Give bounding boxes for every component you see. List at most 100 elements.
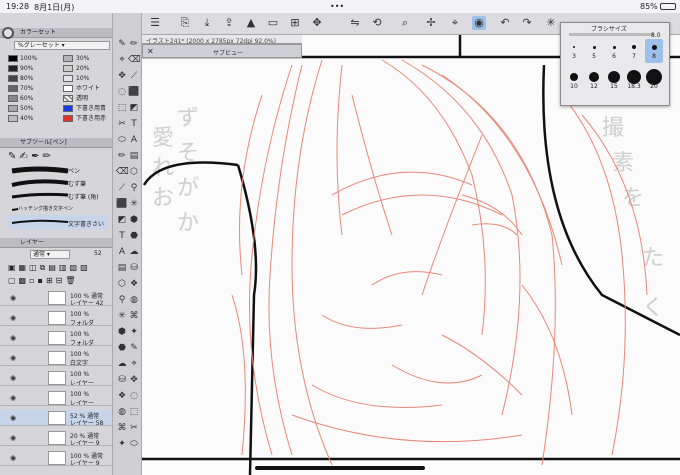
brush-size-dot[interactable] xyxy=(627,70,641,84)
redo-icon[interactable]: ↷ xyxy=(520,16,534,30)
eye-icon[interactable]: ◉ xyxy=(10,394,16,402)
color-swatch-row[interactable]: 60% 透明 xyxy=(8,94,108,103)
brush-size-dot[interactable] xyxy=(612,45,616,49)
tool-icon[interactable]: ✏ xyxy=(116,150,128,162)
eye-icon[interactable]: ◉ xyxy=(10,434,16,442)
color-swatch-row[interactable]: 70% ホワイト xyxy=(8,84,108,93)
flip-icon[interactable]: ⇋ xyxy=(348,16,362,30)
color-swatch[interactable] xyxy=(63,75,73,82)
brush-size-dot[interactable] xyxy=(570,73,578,81)
layer-row[interactable]: ◉ 20 % 通常 レイヤー 9 xyxy=(0,430,112,447)
zoom-icon[interactable]: ⌕ xyxy=(398,16,412,30)
tool-icon[interactable]: ⬣ xyxy=(116,342,128,354)
brush-size-icon[interactable]: ◉ xyxy=(472,16,486,30)
transform-icon[interactable]: ⊞ xyxy=(288,16,302,30)
tool-icon[interactable]: ⛁ xyxy=(116,374,128,386)
brush-size-dot[interactable] xyxy=(592,45,596,49)
tool-icon[interactable]: ⬚ xyxy=(128,406,140,418)
color-swatch[interactable] xyxy=(63,55,73,62)
layer-row[interactable]: ◉ 100 % フォルダ xyxy=(0,310,112,327)
tool-icon[interactable]: ⌘ xyxy=(128,310,140,322)
tool-icon[interactable]: ⬢ xyxy=(128,214,140,226)
tool-icon[interactable]: ⬢ xyxy=(116,326,128,338)
gray-swatch[interactable] xyxy=(8,65,18,72)
blend-mode-select[interactable]: 通常 ▾ xyxy=(30,250,70,259)
gray-swatch[interactable] xyxy=(8,75,18,82)
eye-icon[interactable]: ◉ xyxy=(10,354,16,362)
brush-size-dot[interactable] xyxy=(573,46,575,48)
color-swatch-row[interactable]: 40% 下書き用赤 xyxy=(8,114,108,123)
new-file-icon[interactable]: ⎘ xyxy=(178,16,192,30)
eye-icon[interactable]: ◉ xyxy=(10,334,16,342)
tool-icon[interactable]: ⌘ xyxy=(116,422,128,434)
tool-icon[interactable]: ⚲ xyxy=(116,294,128,306)
tool-icon[interactable]: ◍ xyxy=(128,294,140,306)
gray-swatch[interactable] xyxy=(8,85,18,92)
save-icon[interactable]: ▲ xyxy=(244,16,258,30)
tool-icon[interactable]: A xyxy=(116,246,128,258)
gray-swatch[interactable] xyxy=(8,115,18,122)
layer-row[interactable]: ◉ 100 % 通常 レイヤー 42 xyxy=(0,290,112,307)
tool-icon[interactable]: ✏ xyxy=(128,38,140,50)
tool-icon[interactable]: ◌ xyxy=(128,390,140,402)
gray-swatch[interactable] xyxy=(8,95,18,102)
brush-size-slider[interactable] xyxy=(569,33,653,36)
tool-icon[interactable]: ⬣ xyxy=(128,230,140,242)
layer-row[interactable]: ◉ 100 % フォルダ xyxy=(0,330,112,347)
tool-icon[interactable]: ⌖ xyxy=(116,54,128,66)
tool-icon[interactable]: ⌖ xyxy=(128,358,140,370)
tool-icon[interactable]: ❖ xyxy=(128,278,140,290)
brush-size-dot[interactable] xyxy=(632,45,636,49)
eye-icon[interactable]: ◉ xyxy=(10,294,16,302)
snap-icon[interactable]: ⌖ xyxy=(448,16,462,30)
home-indicator[interactable] xyxy=(255,466,425,470)
layer-tools-row-2[interactable]: ▢▩▫▪⊞⊟🗑 xyxy=(8,276,108,286)
layer-row[interactable]: ◉ 100 % レイヤー xyxy=(0,370,112,387)
tool-icon[interactable]: ❖ xyxy=(116,390,128,402)
tool-icon[interactable]: ✳ xyxy=(128,198,140,210)
layer-row[interactable]: ◉ 100 % 白文字 xyxy=(0,350,112,367)
tool-icon[interactable]: ⌫ xyxy=(128,54,141,66)
eye-icon[interactable]: ◉ xyxy=(10,454,16,462)
color-set-header[interactable]: カラーセット xyxy=(0,28,112,38)
tool-icon[interactable]: ◌ xyxy=(116,86,128,98)
tool-icon[interactable]: T xyxy=(128,118,140,130)
color-swatch[interactable] xyxy=(63,105,73,112)
color-swatch-row[interactable]: 50% 下書き用青 xyxy=(8,104,108,113)
layer-header[interactable]: レイヤー xyxy=(0,238,112,248)
tool-icon[interactable]: ⬛ xyxy=(116,198,128,210)
tool-icon[interactable]: ⌫ xyxy=(116,166,129,178)
tool-icon[interactable]: ☁ xyxy=(116,358,128,370)
layer-row[interactable]: ◉ 100 % 通常 レイヤー 9 xyxy=(0,450,112,467)
tool-icon[interactable]: ☁ xyxy=(128,246,140,258)
tool-icon[interactable]: ⛁ xyxy=(128,262,140,274)
tool-icon[interactable]: A xyxy=(128,134,140,146)
color-swatch[interactable] xyxy=(63,65,73,72)
clear-icon[interactable]: ▭ xyxy=(266,16,280,30)
tool-icon[interactable]: ▤ xyxy=(116,262,128,274)
color-swatch-row[interactable]: 90% 20% xyxy=(8,64,108,73)
close-icon[interactable]: ✕ xyxy=(147,47,154,56)
tool-icon[interactable]: ◍ xyxy=(116,406,128,418)
brush-size-dot[interactable] xyxy=(589,72,599,82)
document-tab[interactable]: イラスト241* (2000 x 2785px 72dpi 92.0%) xyxy=(142,35,302,45)
subtool-header[interactable]: サブツール[ペン] xyxy=(0,138,112,148)
tool-icon[interactable]: T xyxy=(116,230,128,242)
tool-icon[interactable]: ◩ xyxy=(116,214,128,226)
tool-icon[interactable]: ✂ xyxy=(128,422,140,434)
subtool-tabs[interactable]: ✎ ✍ ✒ ✏ xyxy=(8,151,108,163)
tool-icon[interactable]: ⬛ xyxy=(128,86,140,98)
color-set-select[interactable]: %グレーセット ▾ xyxy=(14,41,110,50)
color-swatch-row[interactable]: 80% 10% xyxy=(8,74,108,83)
color-swatch-row[interactable]: 100% 30% xyxy=(8,54,108,63)
import-icon[interactable]: ⤓ xyxy=(200,16,214,30)
tool-icon[interactable]: ⚲ xyxy=(128,182,140,194)
multitask-dots[interactable]: ••• xyxy=(330,2,344,11)
tool-icon[interactable]: ✂ xyxy=(116,118,128,130)
move-icon[interactable]: ✥ xyxy=(310,16,324,30)
tool-icon[interactable]: ✦ xyxy=(116,438,128,450)
tool-icon[interactable]: ✎ xyxy=(116,38,128,50)
layer-row[interactable]: ◉ 52 % 通常 レイヤー 58 xyxy=(0,410,112,427)
tool-icon[interactable]: ⬡ xyxy=(128,166,140,178)
gray-swatch[interactable] xyxy=(8,105,18,112)
